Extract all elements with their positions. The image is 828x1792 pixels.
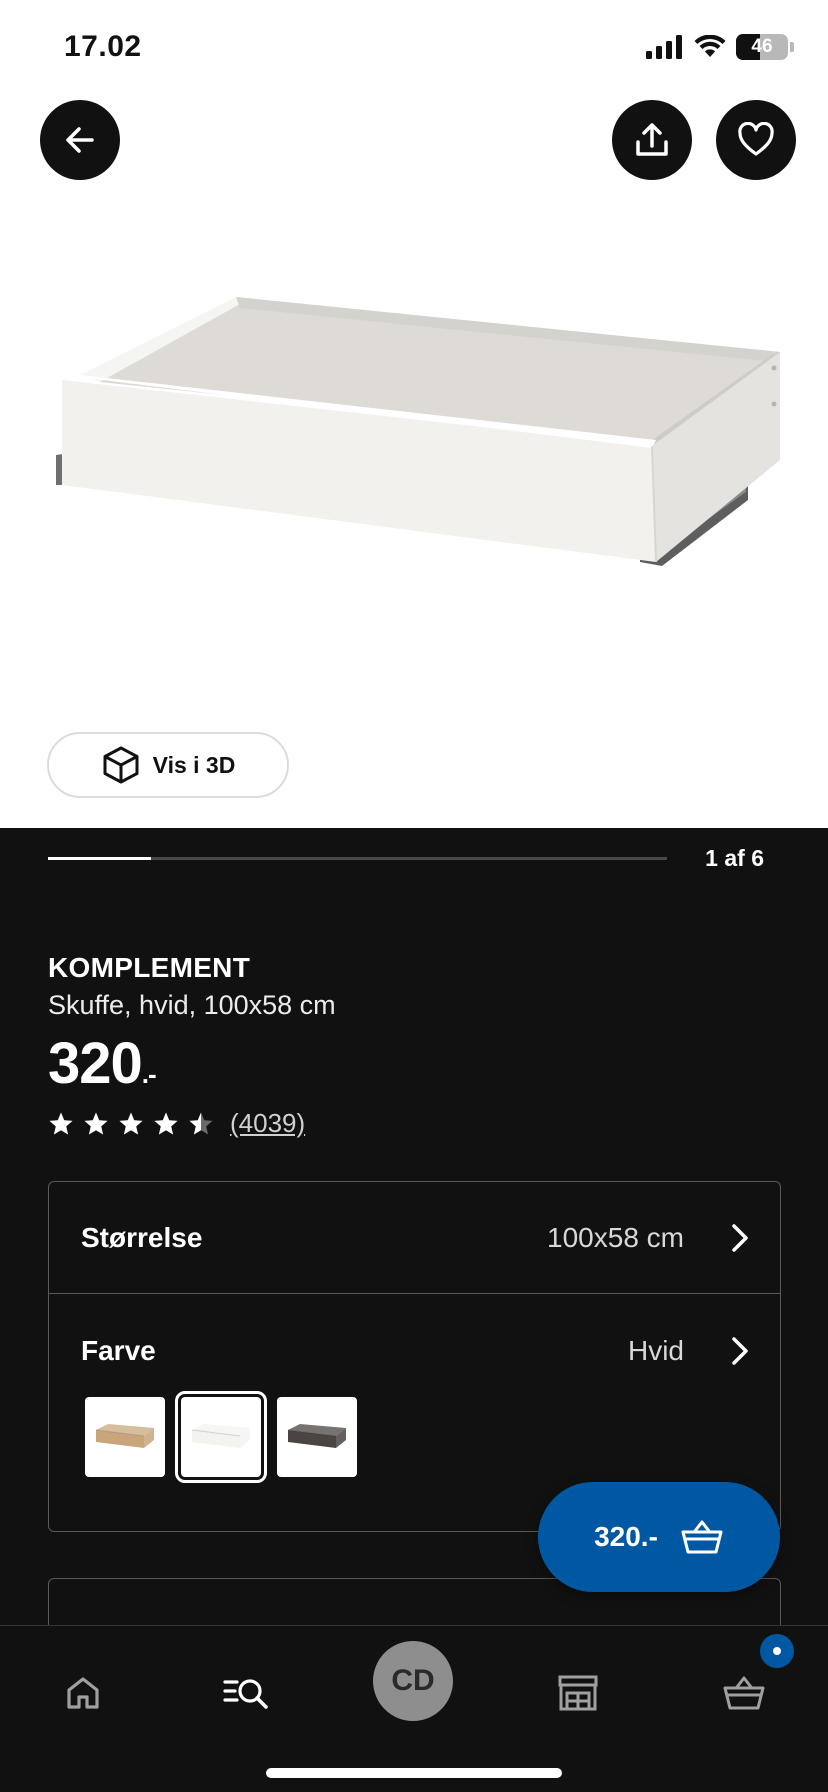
product-price: 320.-	[48, 1030, 157, 1097]
color-label: Farve	[81, 1335, 156, 1366]
favorite-button[interactable]	[716, 100, 796, 180]
drawer-thumbnail	[95, 1424, 154, 1448]
nav-search[interactable]	[207, 1653, 287, 1733]
add-to-cart-button[interactable]: 320.-	[538, 1482, 780, 1592]
rating-stars	[48, 1111, 214, 1136]
status-icons: 46	[646, 34, 794, 60]
star-icon	[154, 1112, 178, 1135]
price-suffix: .-	[141, 1059, 157, 1089]
signal-icon	[646, 35, 682, 59]
size-label: Størrelse	[81, 1222, 203, 1253]
wifi-icon	[694, 35, 726, 57]
chevron-right-icon	[732, 1224, 748, 1252]
size-option-row[interactable]: Størrelse 100x58 cm	[49, 1182, 780, 1294]
product-description: Skuffe, hvid, 100x58 cm	[48, 990, 336, 1020]
basket-icon	[681, 1520, 723, 1554]
gallery-counter: 1 af 6	[705, 845, 764, 871]
battery-tip	[790, 42, 794, 52]
view-3d-button[interactable]: Vis i 3D	[47, 732, 289, 798]
drawer-thumbnail	[191, 1424, 250, 1448]
product-name: KOMPLEMENT	[48, 952, 251, 983]
back-button[interactable]	[40, 100, 120, 180]
share-icon	[636, 123, 668, 156]
arrow-left-icon	[66, 127, 94, 153]
basket-icon	[723, 1676, 765, 1710]
status-time: 17.02	[64, 30, 142, 63]
gallery-progress-track	[48, 857, 667, 860]
battery-level: 46	[751, 36, 773, 57]
store-icon	[558, 1675, 598, 1711]
color-swatches	[85, 1391, 357, 1483]
star-icon	[84, 1112, 108, 1135]
drawer-product-image	[56, 297, 780, 566]
review-count-link[interactable]: (4039)	[230, 1108, 305, 1139]
view-3d-label: Vis i 3D	[152, 751, 236, 778]
star-icon	[119, 1112, 143, 1135]
nav-stores[interactable]	[538, 1653, 618, 1733]
share-button[interactable]	[612, 100, 692, 180]
heart-icon	[738, 122, 774, 156]
color-swatch-oak[interactable]	[85, 1397, 165, 1477]
color-swatch-white[interactable]	[175, 1391, 267, 1483]
size-value: 100x58 cm	[547, 1222, 684, 1253]
chevron-right-icon	[732, 1337, 748, 1365]
gallery-progress-bar	[48, 857, 152, 860]
add-to-cart-label: 320.-	[594, 1521, 658, 1552]
star-icon	[49, 1112, 73, 1135]
bottom-navigation: CD	[0, 1625, 828, 1792]
home-indicator[interactable]	[266, 1768, 562, 1778]
color-option-row[interactable]: Farve Hvid	[49, 1295, 780, 1407]
product-rating[interactable]: (4039)	[48, 1108, 305, 1139]
cube-icon	[103, 746, 139, 784]
price-value: 320	[48, 1031, 143, 1096]
nav-profile-avatar[interactable]: CD	[373, 1641, 453, 1721]
color-swatch-dark-brown[interactable]	[277, 1397, 357, 1477]
product-options-card: Størrelse 100x58 cm Farve Hvid	[48, 1181, 781, 1532]
home-icon	[67, 1677, 99, 1709]
battery-icon: 46	[736, 34, 788, 60]
nav-home[interactable]	[43, 1653, 123, 1733]
search-icon	[223, 1679, 268, 1709]
product-image-area: 17.02 46 Vis i 3D	[0, 0, 828, 828]
drawer-thumbnail	[287, 1424, 346, 1448]
star-icon	[189, 1112, 213, 1135]
cart-badge	[760, 1634, 794, 1668]
color-value: Hvid	[627, 1335, 684, 1366]
